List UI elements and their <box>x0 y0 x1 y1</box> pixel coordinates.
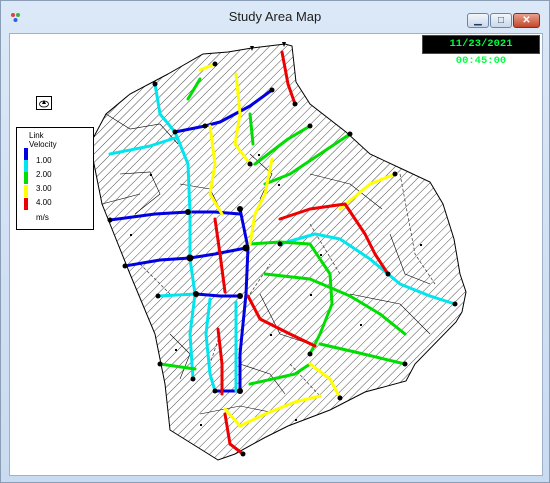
maximize-button[interactable]: □ <box>490 13 512 28</box>
legend-label: 2.00 <box>36 170 52 179</box>
legend-swatch-blue <box>24 148 28 160</box>
study-area-boundary <box>89 43 467 461</box>
legend-title-velocity: Velocity <box>29 140 57 149</box>
minimize-button[interactable]: ▁ <box>467 13 489 28</box>
legend-swatch-green <box>24 172 28 184</box>
simulation-clock: 11/23/2021 00:45:00 <box>422 35 540 67</box>
close-icon: ✕ <box>522 15 531 26</box>
maximize-icon: □ <box>497 15 505 26</box>
map-canvas[interactable]: 11/23/2021 00:45:00 Link Velocity 1.00 2… <box>9 33 543 476</box>
velocity-legend[interactable]: Link Velocity 1.00 2.00 3.00 4.00 m/s <box>16 127 94 230</box>
legend-label: 1.00 <box>36 156 52 165</box>
study-area-map[interactable] <box>10 34 542 475</box>
legend-label: 4.00 <box>36 198 52 207</box>
title-bar[interactable]: Study Area Map ▁ □ ✕ <box>1 1 549 33</box>
close-button[interactable]: ✕ <box>513 13 540 28</box>
legend-unit: m/s <box>36 213 49 222</box>
link-cyan <box>156 292 198 298</box>
legend-swatch-red <box>24 198 28 210</box>
map-window: Study Area Map ▁ □ ✕ 11/23/2021 00:45:00… <box>0 0 550 483</box>
legend-label: 3.00 <box>36 184 52 193</box>
legend-swatch-cyan <box>24 160 28 172</box>
legend-swatch-yellow <box>24 185 28 197</box>
minimize-icon: ▁ <box>474 15 482 26</box>
compass-icon[interactable] <box>36 96 52 110</box>
legend-title-link: Link <box>29 131 44 140</box>
